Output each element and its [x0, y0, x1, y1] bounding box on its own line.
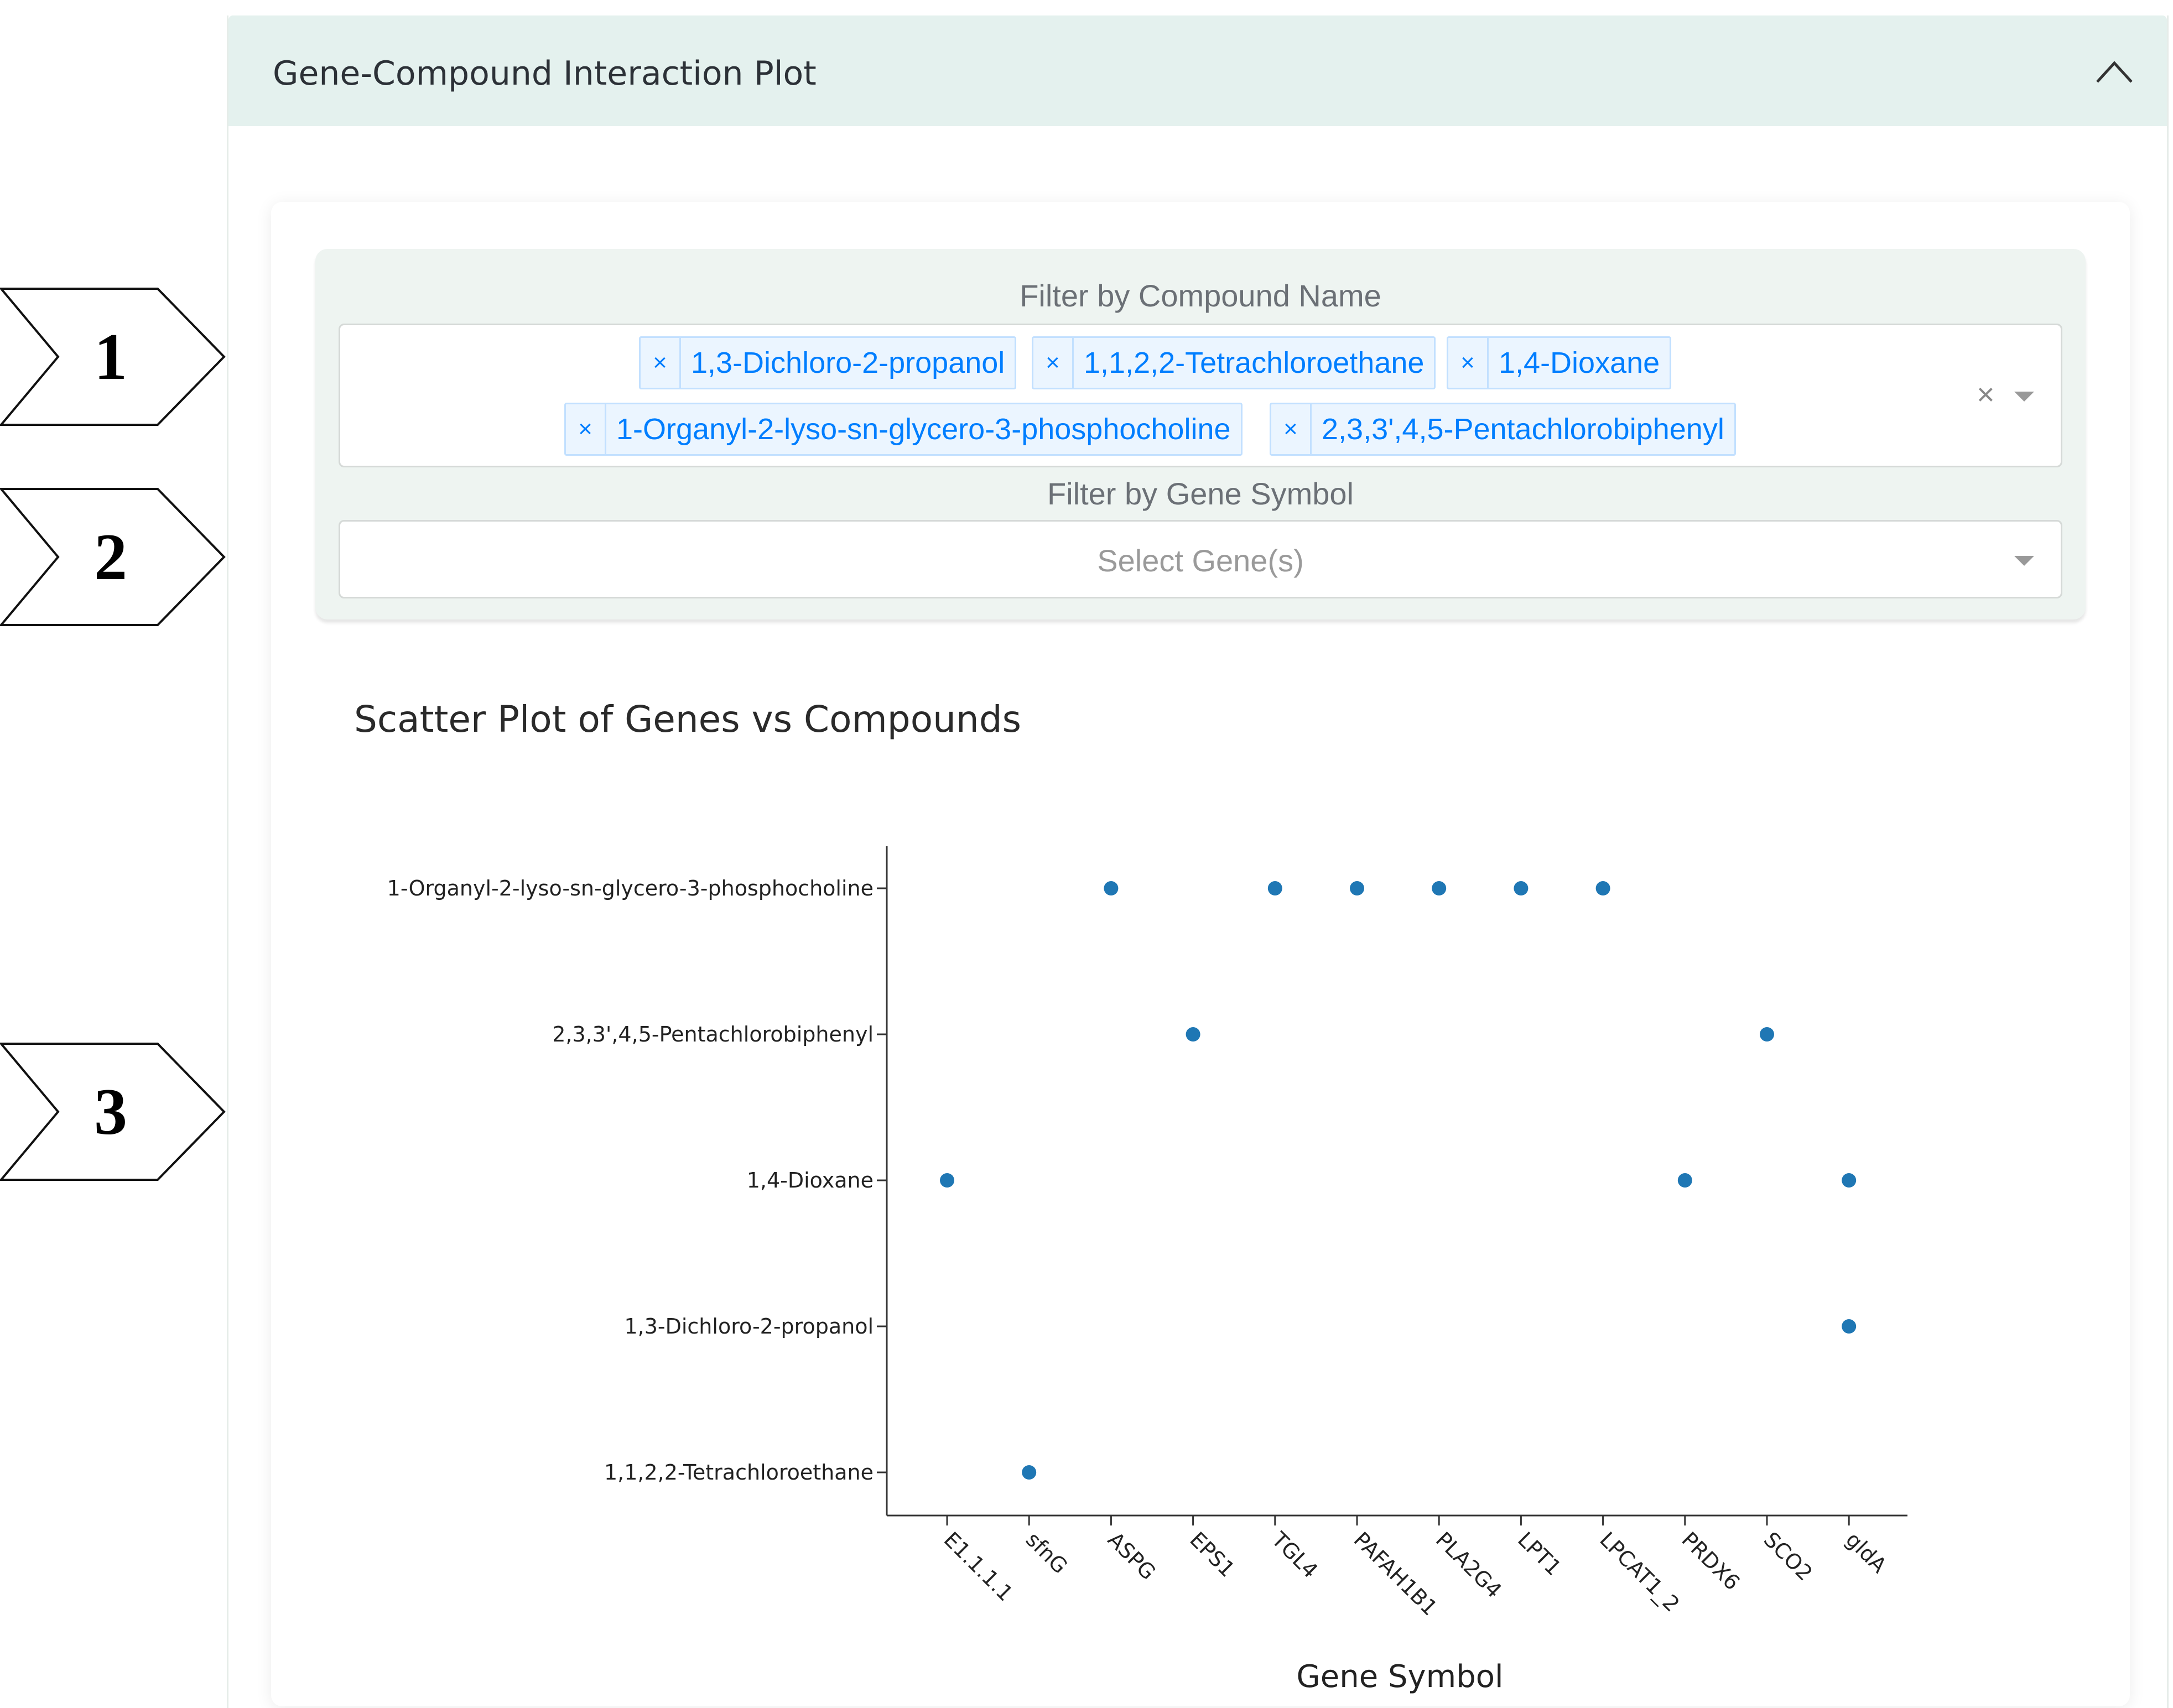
x-tick-label: LPCAT1_2 — [1595, 1527, 1684, 1616]
data-point — [1760, 1027, 1774, 1042]
x-axis-title: Gene Symbol — [1296, 1659, 1503, 1695]
y-tick-label: 1-Organyl-2-lyso-sn-glycero-3-phosphocho… — [387, 876, 874, 900]
data-point — [1842, 1173, 1857, 1188]
callout-arrow-3: 3 — [0, 1043, 226, 1181]
data-point — [1186, 1027, 1200, 1042]
callout-arrow-1: 1 — [0, 288, 226, 426]
y-tick-label: 1,3-Dichloro-2-propanol — [624, 1314, 874, 1339]
y-tick-label: 1,1,2,2-Tetrachloroethane — [604, 1460, 874, 1485]
x-tick-label: ASPG — [1103, 1527, 1161, 1585]
scatter-plot: 1,1,2,2-Tetrachloroethane 1,3-Dichloro-2-… — [387, 846, 1907, 1695]
callout-number: 2 — [94, 520, 127, 593]
data-point — [940, 1173, 954, 1188]
x-tick-label: SCO2 — [1759, 1527, 1817, 1585]
x-tick-label: LPT1 — [1513, 1527, 1566, 1580]
x-tick-label: E1.1.1.1 — [939, 1527, 1018, 1606]
data-point — [1677, 1173, 1692, 1188]
x-tick-label: TGL4 — [1267, 1527, 1323, 1583]
data-point — [1595, 881, 1610, 895]
y-tick-label: 1,4-Dioxane — [747, 1168, 874, 1193]
x-tick-label: sfnG — [1021, 1527, 1072, 1578]
y-tick-label: 2,3,3',4,5-Pentachlorobiphenyl — [552, 1022, 874, 1046]
x-tick-label: gldA — [1841, 1527, 1891, 1577]
callout-number: 1 — [94, 320, 127, 393]
data-point — [1350, 881, 1364, 895]
data-point — [1514, 881, 1529, 895]
data-point — [1842, 1319, 1857, 1334]
data-point — [1267, 881, 1282, 895]
x-tick-label: EPS1 — [1185, 1527, 1239, 1581]
x-tick-label: PLA2G4 — [1431, 1527, 1506, 1602]
callout-arrow-2: 2 — [0, 488, 226, 626]
data-point — [1432, 881, 1447, 895]
x-tick-label: PRDX6 — [1677, 1527, 1744, 1595]
x-tick-label: PAFAH1B1 — [1349, 1527, 1442, 1620]
callout-number: 3 — [94, 1075, 127, 1148]
data-point — [1022, 1465, 1037, 1480]
data-point — [1104, 881, 1119, 895]
